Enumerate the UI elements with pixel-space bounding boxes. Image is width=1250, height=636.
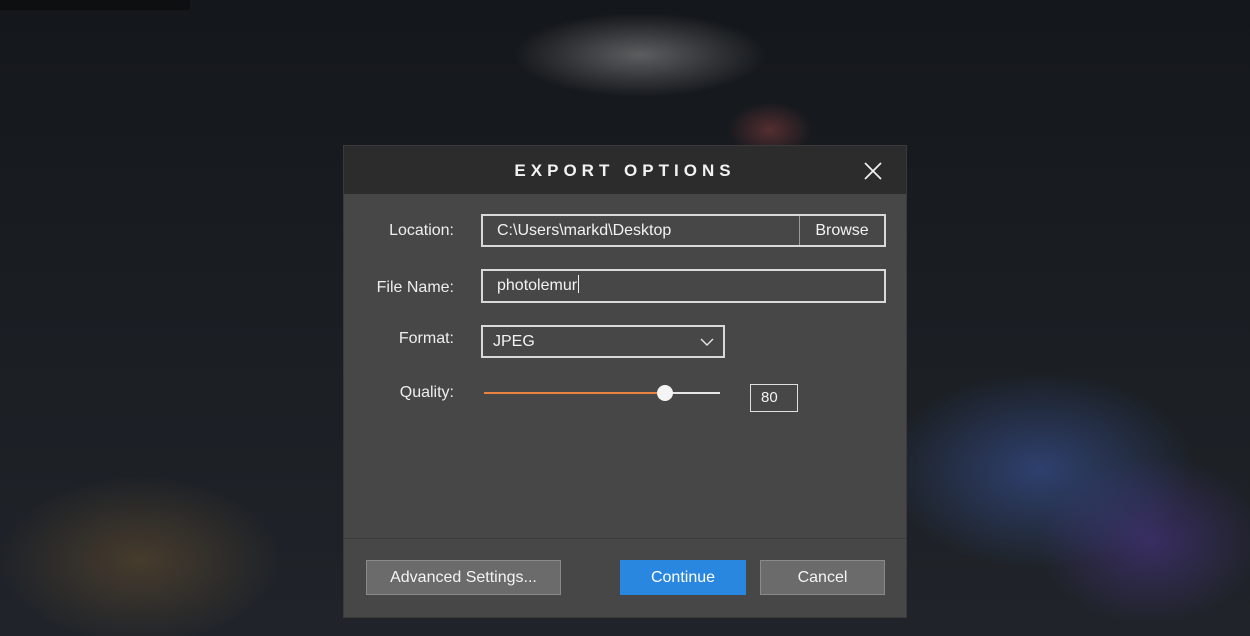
quality-label: Quality: (399, 384, 454, 401)
location-label: Location: (389, 222, 454, 239)
format-select[interactable]: JPEG (481, 325, 725, 358)
slider-fill (484, 392, 665, 394)
file-name-value: photolemur (497, 277, 578, 294)
chevron-down-icon (699, 334, 715, 350)
advanced-settings-button[interactable]: Advanced Settings... (366, 560, 561, 595)
window-top-strip (0, 0, 190, 10)
file-name-input[interactable]: photolemur (481, 269, 886, 303)
export-options-dialog: EXPORT OPTIONS Location: C:\Users\markd\… (344, 146, 906, 617)
footer-divider (344, 538, 906, 539)
format-label: Format: (398, 330, 454, 347)
format-selected-value: JPEG (493, 333, 535, 350)
location-value: C:\Users\markd\Desktop (497, 222, 672, 239)
text-cursor (578, 275, 580, 293)
browse-button[interactable]: Browse (799, 216, 884, 245)
continue-button[interactable]: Continue (620, 560, 746, 595)
cancel-button[interactable]: Cancel (760, 560, 885, 595)
slider-thumb[interactable] (656, 385, 673, 401)
dialog-title: EXPORT OPTIONS (514, 161, 736, 180)
quality-slider[interactable] (480, 382, 724, 404)
close-icon[interactable] (860, 158, 886, 184)
dialog-titlebar: EXPORT OPTIONS (344, 146, 906, 194)
location-field[interactable]: C:\Users\markd\Desktop Browse (481, 214, 886, 247)
file-name-label: File Name: (376, 279, 454, 296)
quality-value-input[interactable]: 80 (750, 384, 798, 412)
